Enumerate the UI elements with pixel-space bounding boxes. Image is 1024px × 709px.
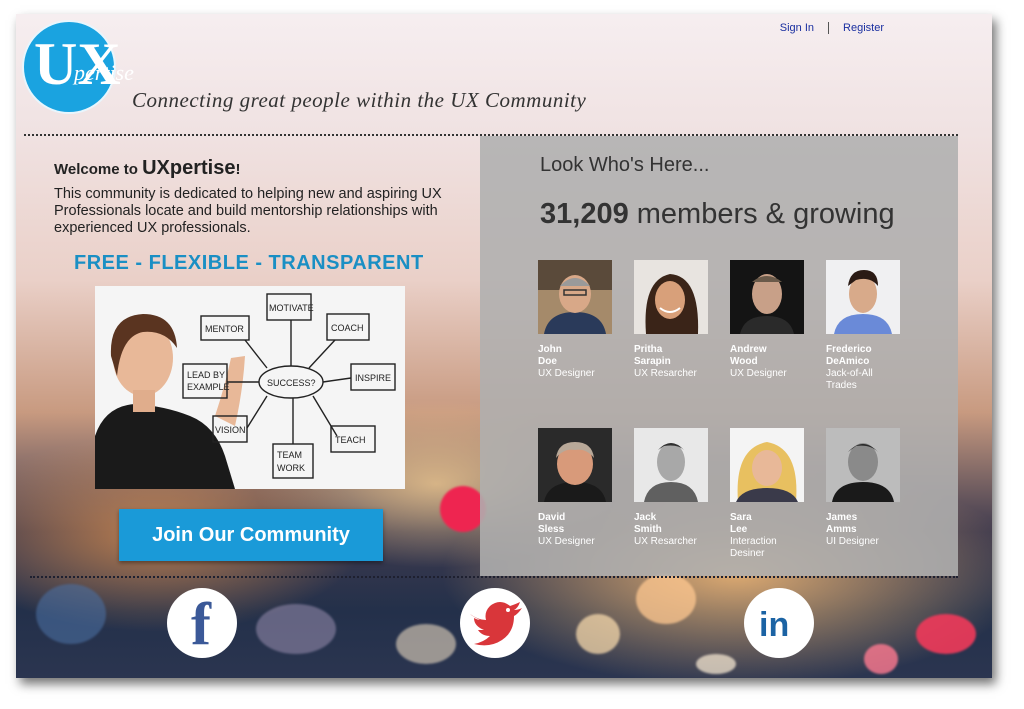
- intro-text: This community is dedicated to helping n…: [54, 186, 442, 236]
- member-role: Jack-of-All: [826, 368, 873, 379]
- member-card[interactable]: Frederico DeAmico Jack-of-All Trades: [826, 260, 906, 392]
- hero-image: MENTOR MOTIVATE COACH LEAD BY EXAMPLE IN…: [95, 286, 405, 489]
- member-last-name: Smith: [634, 524, 662, 535]
- bokeh-light: [636, 574, 696, 624]
- member-avatar: [634, 260, 708, 334]
- member-last-name: Sless: [538, 524, 565, 535]
- member-count-number: 31,209: [540, 198, 629, 230]
- mindmap-node-coach: COACH: [331, 323, 364, 333]
- member-card[interactable]: Jack Smith UX Resarcher: [634, 428, 714, 548]
- member-first-name: John: [538, 344, 562, 355]
- logo-wordmark: pertise: [74, 60, 134, 85]
- member-count-suffix: members & growing: [628, 198, 895, 230]
- join-community-button[interactable]: Join Our Community: [119, 509, 383, 561]
- bokeh-light: [256, 604, 336, 654]
- mindmap-node-inspire: INSPIRE: [355, 373, 391, 383]
- footer-divider: [30, 576, 958, 578]
- member-card[interactable]: James Amms UI Designer: [826, 428, 906, 548]
- tagline: Connecting great people within the UX Co…: [132, 88, 587, 112]
- member-first-name: James: [826, 512, 858, 523]
- twitter-link[interactable]: [460, 588, 530, 658]
- member-avatar: [730, 260, 804, 334]
- mindmap-node-team: TEAM: [277, 450, 302, 460]
- member-count: 31,209 members & growing: [540, 198, 895, 231]
- member-card[interactable]: John Doe UX Designer: [538, 260, 618, 380]
- uxpertise-logo[interactable]: UX pertise: [22, 20, 134, 114]
- welcome-brand: UXpertise: [142, 157, 236, 179]
- member-avatar: [730, 428, 804, 502]
- bokeh-light: [396, 624, 456, 664]
- linkedin-icon: in: [759, 606, 789, 644]
- member-first-name: Sara: [730, 512, 752, 523]
- member-avatar: [634, 428, 708, 502]
- member-first-name: Pritha: [634, 344, 663, 355]
- linkedin-link[interactable]: in: [744, 588, 814, 658]
- mindmap-node-teach: TEACH: [335, 435, 366, 445]
- member-last-name: Doe: [538, 356, 557, 367]
- bokeh-light: [36, 584, 106, 644]
- member-role: UI Designer: [826, 536, 879, 547]
- mindmap-node-motivate: MOTIVATE: [269, 303, 314, 313]
- link-divider: [828, 22, 830, 34]
- page-frame: UX pertise Connecting great people withi…: [16, 14, 992, 678]
- linkedin-glyph: in: [759, 606, 789, 644]
- member-last-name: Wood: [730, 356, 758, 367]
- member-last-name: DeAmico: [826, 356, 870, 367]
- success-mindmap-illustration: MENTOR MOTIVATE COACH LEAD BY EXAMPLE IN…: [95, 286, 405, 489]
- member-avatar: [826, 428, 900, 502]
- welcome-suffix: !: [235, 161, 241, 178]
- twitter-icon: [470, 602, 522, 646]
- member-role-line-2: Trades: [826, 380, 857, 391]
- member-role: UX Designer: [538, 368, 595, 379]
- member-last-name: Lee: [730, 524, 748, 535]
- member-avatar: [826, 260, 900, 334]
- welcome-prefix: Welcome to: [54, 161, 143, 178]
- sign-in-link[interactable]: Sign In: [780, 22, 814, 34]
- member-role: UX Resarcher: [634, 536, 697, 547]
- bokeh-light: [916, 614, 976, 654]
- bokeh-light: [696, 654, 736, 674]
- member-card[interactable]: Sara Lee Interaction Desiner: [730, 428, 810, 560]
- member-last-name: Sarapin: [634, 356, 671, 367]
- member-avatar: [538, 260, 612, 334]
- member-card[interactable]: David Sless UX Designer: [538, 428, 618, 548]
- mindmap-node-work: WORK: [277, 463, 305, 473]
- member-card[interactable]: Andrew Wood UX Designer: [730, 260, 810, 380]
- facebook-glyph: f: [191, 591, 212, 657]
- member-card[interactable]: Pritha Sarapin UX Resarcher: [634, 260, 714, 380]
- members-title: Look Who's Here...: [540, 154, 710, 176]
- mindmap-node-mentor: MENTOR: [205, 324, 244, 334]
- facebook-icon: f: [191, 591, 212, 657]
- bokeh-light: [576, 614, 620, 654]
- member-role-line-2: Desiner: [730, 548, 765, 559]
- values-slogan: FREE - FLEXIBLE - TRANSPARENT: [74, 252, 424, 274]
- member-first-name: Andrew: [730, 344, 767, 355]
- member-avatar: [538, 428, 612, 502]
- member-last-name: Amms: [826, 524, 857, 535]
- member-role: UX Designer: [538, 536, 595, 547]
- mindmap-node-lead-by: LEAD BY: [187, 370, 225, 380]
- mindmap-node-vision: VISION: [215, 425, 246, 435]
- member-role: UX Resarcher: [634, 368, 697, 379]
- facebook-link[interactable]: f: [167, 588, 237, 658]
- member-role: UX Designer: [730, 368, 787, 379]
- welcome-heading: Welcome to UXpertise!: [54, 157, 240, 180]
- mindmap-center: SUCCESS?: [267, 378, 316, 388]
- members-panel: Look Who's Here... 31,209 members & grow…: [480, 136, 958, 576]
- member-first-name: David: [538, 512, 566, 523]
- auth-links: Sign In Register: [780, 22, 884, 34]
- mindmap-node-example: EXAMPLE: [187, 382, 230, 392]
- bokeh-light: [864, 644, 898, 674]
- register-link[interactable]: Register: [843, 22, 884, 34]
- member-first-name: Frederico: [826, 344, 872, 355]
- member-role: Interaction: [730, 536, 777, 547]
- member-first-name: Jack: [634, 512, 657, 523]
